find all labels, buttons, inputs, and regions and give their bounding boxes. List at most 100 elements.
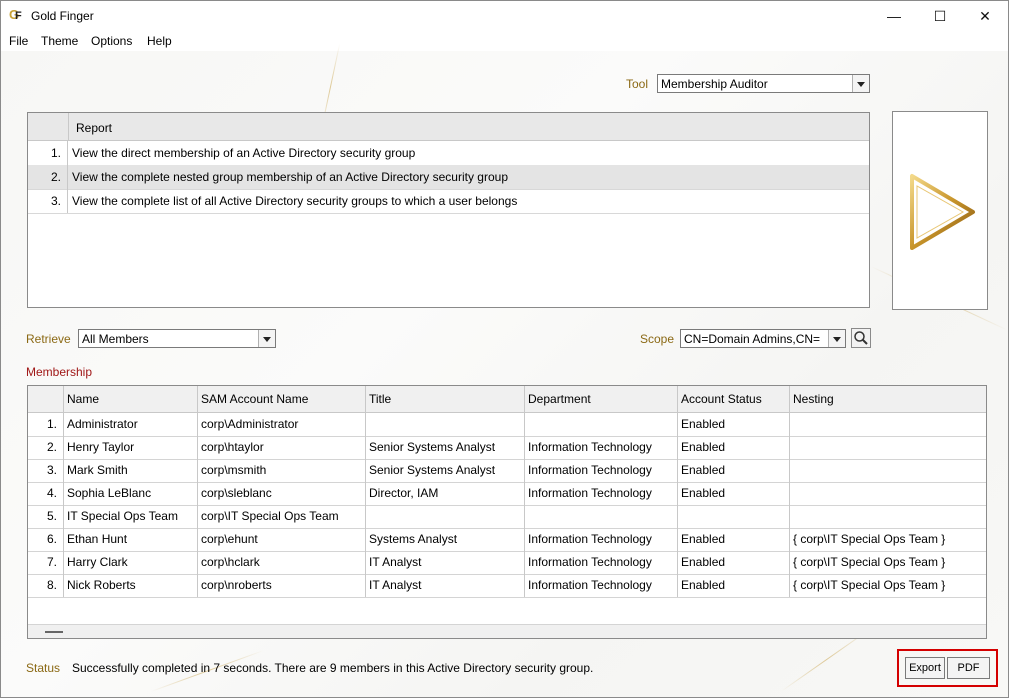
membership-label: Membership xyxy=(26,365,93,379)
cell-title xyxy=(366,505,525,528)
maximize-button[interactable]: ☐ xyxy=(917,1,963,31)
cell-name: IT Special Ops Team xyxy=(64,505,198,528)
report-item-number: 2. xyxy=(28,165,68,189)
cell-status: Enabled xyxy=(678,459,790,482)
cell-department xyxy=(525,505,678,528)
scope-select-value: CN=Domain Admins,CN= xyxy=(684,332,821,346)
cell-nesting xyxy=(790,436,986,459)
cell-name: Mark Smith xyxy=(64,459,198,482)
row-number: 7. xyxy=(28,551,64,574)
retrieve-select[interactable]: All Members xyxy=(78,329,276,348)
menu-options[interactable]: Options xyxy=(91,34,132,48)
cell-title: IT Analyst xyxy=(366,574,525,597)
grid-footer xyxy=(28,624,986,638)
column-header-account-status[interactable]: Account Status xyxy=(678,386,790,412)
table-row[interactable]: 6. Ethan Hunt corp\ehunt Systems Analyst… xyxy=(28,528,986,552)
cell-department xyxy=(525,413,678,436)
app-window: GF Gold Finger — ☐ ✕ File Theme Options … xyxy=(0,0,1009,698)
cell-department: Information Technology xyxy=(525,482,678,505)
column-header-title[interactable]: Title xyxy=(366,386,525,412)
cell-nesting xyxy=(790,459,986,482)
chevron-down-icon[interactable] xyxy=(852,75,869,92)
retrieve-select-value: All Members xyxy=(82,332,149,346)
status-label: Status xyxy=(26,661,61,675)
table-row[interactable]: 2. Henry Taylor corp\htaylor Senior Syst… xyxy=(28,436,986,460)
row-number: 6. xyxy=(28,528,64,551)
table-row[interactable]: 4. Sophia LeBlanc corp\sleblanc Director… xyxy=(28,482,986,506)
report-item-1[interactable]: 1. View the direct membership of an Acti… xyxy=(28,141,869,166)
scope-search-button[interactable] xyxy=(851,328,871,348)
row-number: 3. xyxy=(28,459,64,482)
minimize-button[interactable]: — xyxy=(871,1,917,31)
cell-department: Information Technology xyxy=(525,574,678,597)
table-row[interactable]: 8. Nick Roberts corp\nroberts IT Analyst… xyxy=(28,574,986,598)
cell-sam: corp\htaylor xyxy=(198,436,366,459)
status-message: Successfully completed in 7 seconds. The… xyxy=(72,661,594,675)
report-item-label: View the direct membership of an Active … xyxy=(72,146,416,160)
collapse-handle[interactable] xyxy=(45,631,63,633)
cell-nesting xyxy=(790,413,986,436)
report-item-3[interactable]: 3. View the complete list of all Active … xyxy=(28,189,869,214)
report-column-header: Report xyxy=(76,121,113,135)
table-row[interactable]: 7. Harry Clark corp\hclark IT Analyst In… xyxy=(28,551,986,575)
report-item-label: View the complete list of all Active Dir… xyxy=(72,194,518,208)
table-row[interactable]: 5. IT Special Ops Team corp\IT Special O… xyxy=(28,505,986,529)
cell-title: IT Analyst xyxy=(366,551,525,574)
cell-department: Information Technology xyxy=(525,551,678,574)
menu-theme[interactable]: Theme xyxy=(41,34,78,48)
header-corner xyxy=(28,113,69,140)
chevron-down-icon[interactable] xyxy=(828,330,845,347)
cell-status: Enabled xyxy=(678,528,790,551)
window-title: Gold Finger xyxy=(31,9,94,23)
cell-title xyxy=(366,413,525,436)
column-header-department[interactable]: Department xyxy=(525,386,678,412)
close-button[interactable]: ✕ xyxy=(962,1,1008,31)
membership-grid: Name SAM Account Name Title Department A… xyxy=(27,385,987,639)
tool-label: Tool xyxy=(626,77,649,91)
column-header-name[interactable]: Name xyxy=(64,386,198,412)
play-icon xyxy=(910,174,975,250)
gold-finger-logo-icon: GF xyxy=(9,7,22,22)
retrieve-label: Retrieve xyxy=(26,332,71,346)
column-header-sam[interactable]: SAM Account Name xyxy=(198,386,366,412)
cell-status: Enabled xyxy=(678,574,790,597)
menu-bar: File Theme Options Help xyxy=(1,31,1008,51)
row-number: 2. xyxy=(28,436,64,459)
highlight-box xyxy=(897,649,998,687)
scope-select[interactable]: CN=Domain Admins,CN= xyxy=(680,329,846,348)
cell-title: Systems Analyst xyxy=(366,528,525,551)
cell-name: Ethan Hunt xyxy=(64,528,198,551)
scope-label: Scope xyxy=(640,332,675,346)
chevron-down-icon[interactable] xyxy=(258,330,275,347)
report-item-number: 3. xyxy=(28,189,68,213)
cell-sam: corp\msmith xyxy=(198,459,366,482)
table-row[interactable]: 3. Mark Smith corp\msmith Senior Systems… xyxy=(28,459,986,483)
title-bar: GF Gold Finger — ☐ ✕ xyxy=(1,1,1008,31)
tool-select[interactable]: Membership Auditor xyxy=(657,74,870,93)
cell-status: Enabled xyxy=(678,551,790,574)
cell-sam: corp\ehunt xyxy=(198,528,366,551)
run-report-button[interactable] xyxy=(892,111,988,310)
cell-title: Senior Systems Analyst xyxy=(366,436,525,459)
cell-status: Enabled xyxy=(678,436,790,459)
report-list: Report 1. View the direct membership of … xyxy=(27,112,870,308)
cell-title: Senior Systems Analyst xyxy=(366,459,525,482)
cell-title: Director, IAM xyxy=(366,482,525,505)
report-list-header: Report xyxy=(28,113,869,141)
table-row[interactable]: 1. Administrator corp\Administrator Enab… xyxy=(28,413,986,437)
cell-name: Nick Roberts xyxy=(64,574,198,597)
cell-sam: corp\hclark xyxy=(198,551,366,574)
row-number: 1. xyxy=(28,413,64,436)
cell-name: Administrator xyxy=(64,413,198,436)
menu-file[interactable]: File xyxy=(9,34,28,48)
report-item-label: View the complete nested group membershi… xyxy=(72,170,508,184)
cell-department: Information Technology xyxy=(525,436,678,459)
menu-help[interactable]: Help xyxy=(147,34,172,48)
report-item-2[interactable]: 2. View the complete nested group member… xyxy=(28,165,869,190)
cell-nesting: { corp\IT Special Ops Team } xyxy=(793,532,946,546)
column-header-nesting[interactable]: Nesting xyxy=(790,386,986,412)
cell-nesting xyxy=(790,505,986,528)
search-icon xyxy=(854,331,868,345)
main-content: Tool Membership Auditor Report 1. View t… xyxy=(1,43,1008,697)
cell-nesting: { corp\IT Special Ops Team } xyxy=(793,578,946,592)
